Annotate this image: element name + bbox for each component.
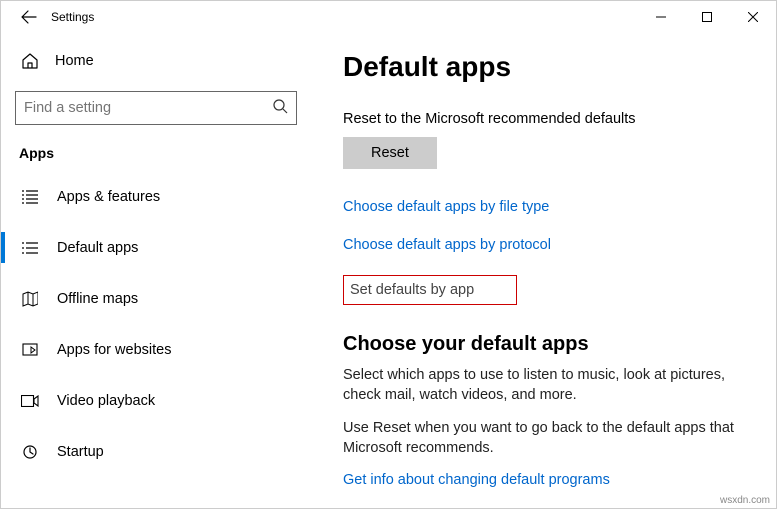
nav-default-apps[interactable]: Default apps [1, 222, 311, 273]
reset-description: Reset to the Microsoft recommended defau… [343, 111, 756, 127]
choose-desc-1: Select which apps to use to listen to mu… [343, 366, 756, 405]
nav-apps-features[interactable]: Apps & features [1, 171, 311, 222]
nav-offline-maps[interactable]: Offline maps [1, 273, 311, 324]
nav-video-playback[interactable]: Video playback [1, 375, 311, 426]
list-icon [21, 188, 39, 206]
reset-button[interactable]: Reset [343, 137, 437, 169]
watermark: wsxdn.com [720, 495, 770, 506]
home-nav[interactable]: Home [15, 41, 297, 81]
link-set-defaults-by-app[interactable]: Set defaults by app [343, 275, 517, 305]
nav-label: Video playback [57, 393, 155, 409]
nav-label: Apps for websites [57, 342, 171, 358]
home-icon [21, 52, 39, 70]
window-controls [638, 1, 776, 33]
window-title: Settings [47, 10, 94, 24]
close-button[interactable] [730, 1, 776, 33]
link-protocol[interactable]: Choose default apps by protocol [343, 237, 756, 253]
nav-label: Startup [57, 444, 104, 460]
link-filetype[interactable]: Choose default apps by file type [343, 199, 756, 215]
back-button[interactable] [11, 1, 47, 33]
defaults-icon [21, 239, 39, 257]
sidebar: Home Apps Apps & features Default apps [1, 33, 311, 508]
nav-label: Offline maps [57, 291, 138, 307]
choose-heading: Choose your default apps [343, 333, 756, 356]
map-icon [21, 290, 39, 308]
websites-icon [21, 341, 39, 359]
nav-apps-websites[interactable]: Apps for websites [1, 324, 311, 375]
minimize-button[interactable] [638, 1, 684, 33]
search-icon [273, 99, 288, 118]
section-heading: Apps [15, 145, 297, 171]
titlebar: Settings [1, 1, 776, 33]
maximize-button[interactable] [684, 1, 730, 33]
startup-icon [21, 443, 39, 461]
main-content: Default apps Reset to the Microsoft reco… [311, 33, 776, 508]
video-icon [21, 392, 39, 410]
choose-desc-2: Use Reset when you want to go back to th… [343, 419, 756, 458]
nav-label: Apps & features [57, 189, 160, 205]
nav-label: Default apps [57, 240, 138, 256]
nav-list: Apps & features Default apps Offline map… [1, 171, 311, 477]
home-label: Home [55, 53, 94, 69]
page-title: Default apps [343, 51, 756, 83]
search-box[interactable] [15, 91, 297, 125]
search-input[interactable] [24, 100, 273, 116]
nav-startup[interactable]: Startup [1, 426, 311, 477]
back-arrow-icon [21, 9, 37, 25]
link-info[interactable]: Get info about changing default programs [343, 472, 756, 488]
